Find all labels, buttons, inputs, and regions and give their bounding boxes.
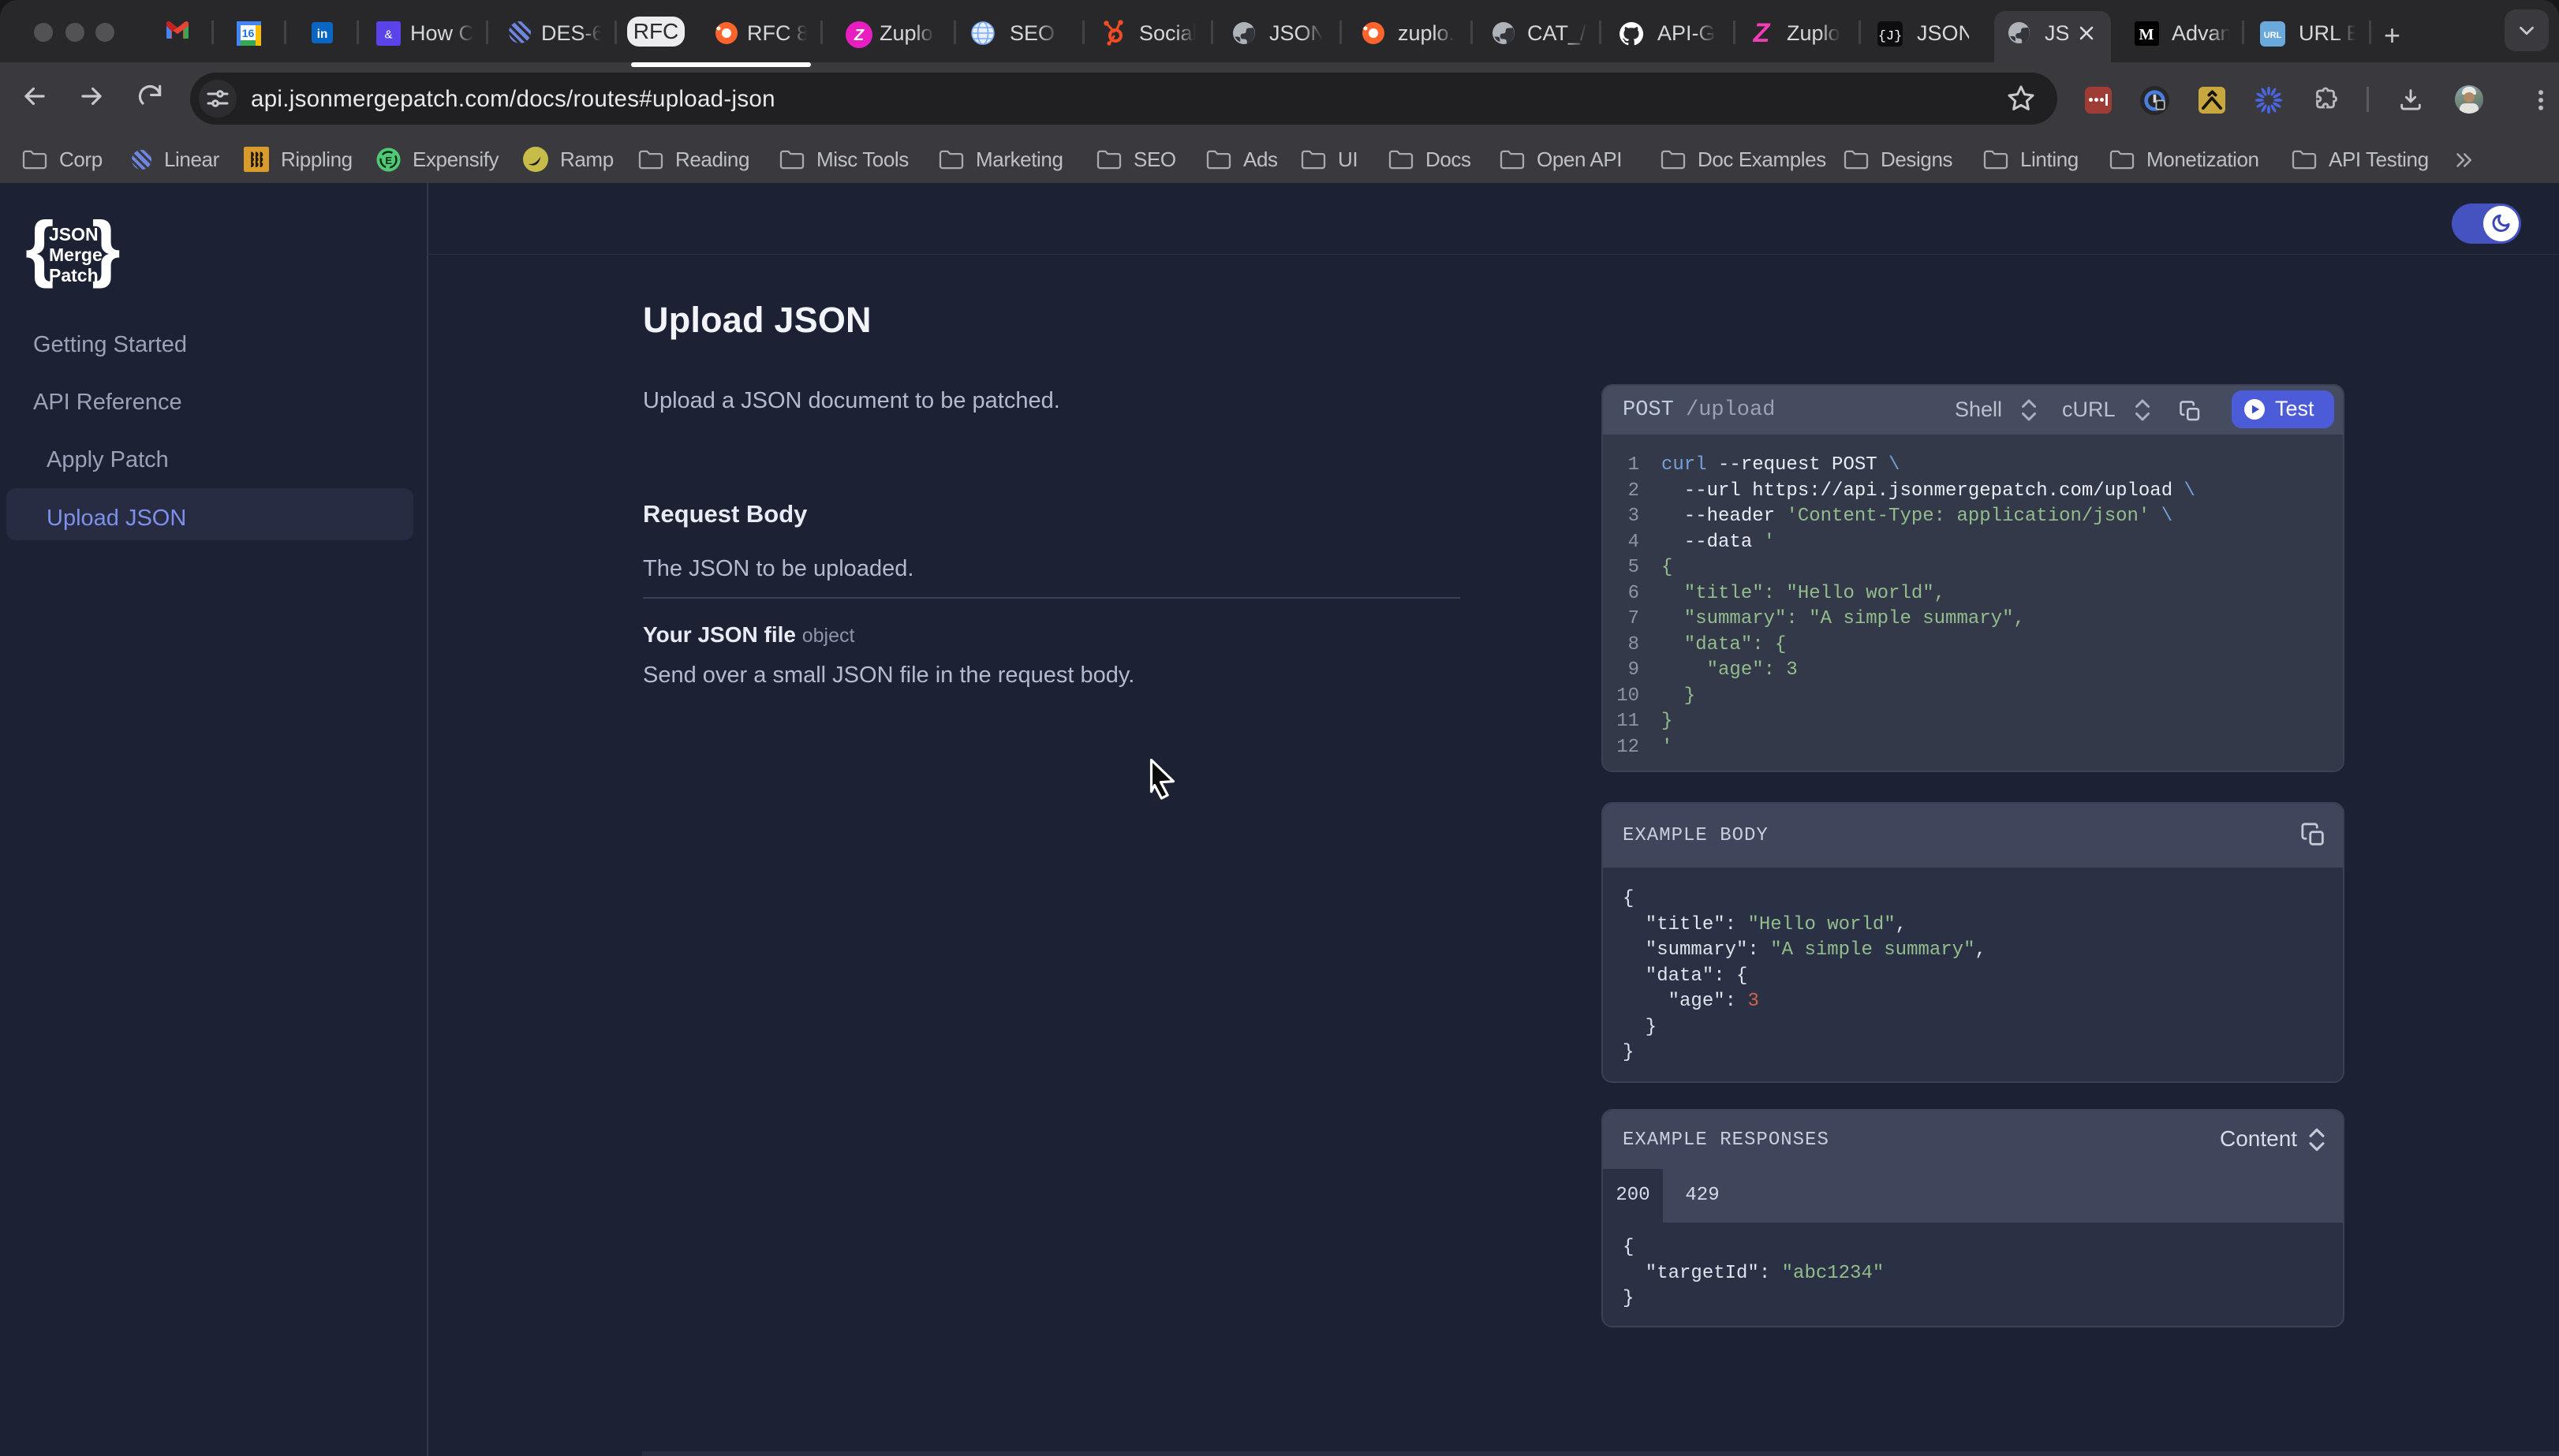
- svg-text:E: E: [385, 155, 392, 166]
- svg-text:&: &: [384, 28, 392, 42]
- svg-text:{J}: {J}: [1878, 29, 1903, 44]
- svg-text:URL: URL: [2264, 31, 2282, 40]
- svg-text:M: M: [2139, 26, 2154, 43]
- svg-text:16: 16: [242, 27, 255, 39]
- svg-text:Z: Z: [854, 27, 865, 44]
- svg-text:in: in: [317, 28, 328, 41]
- svg-text:Z: Z: [1753, 21, 1771, 46]
